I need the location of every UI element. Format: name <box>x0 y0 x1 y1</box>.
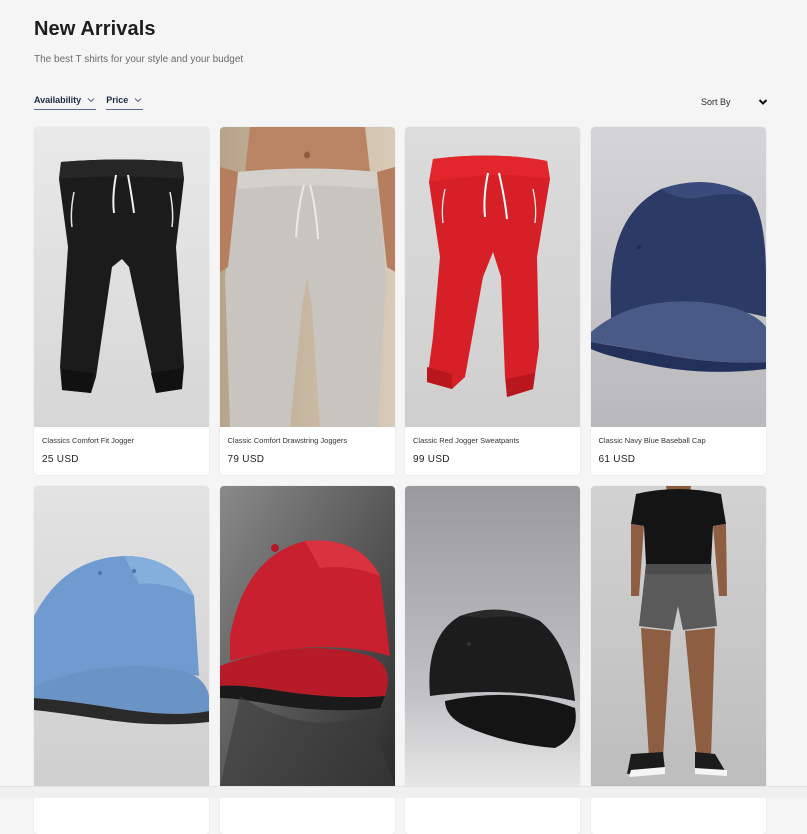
price-filter-label: Price <box>106 95 129 105</box>
product-image[interactable] <box>405 127 580 427</box>
product-grid: Classics Comfort Fit Jogger 25 USD Class… <box>34 127 766 834</box>
page-title: New Arrivals <box>34 18 156 40</box>
new-arrivals-page: New Arrivals The best T shirts for your … <box>0 0 807 834</box>
availability-filter-label: Availability <box>34 95 82 105</box>
product-price: 25 USD <box>42 454 79 465</box>
product-card[interactable]: Classic Comfort Drawstring Joggers 79 US… <box>219 127 395 475</box>
product-card[interactable] <box>219 486 395 834</box>
product-card[interactable]: Classics Comfort Fit Jogger 25 USD <box>34 127 209 475</box>
product-name[interactable]: Classic Red Jogger Sweatpants <box>413 436 580 445</box>
product-name[interactable]: Classic Navy Blue Baseball Cap <box>599 436 766 445</box>
product-card[interactable] <box>34 486 209 834</box>
product-image[interactable] <box>219 127 395 427</box>
product-image[interactable] <box>34 127 209 427</box>
product-image[interactable] <box>34 486 209 786</box>
product-card[interactable] <box>590 486 766 834</box>
product-price: 99 USD <box>413 454 450 465</box>
product-image[interactable] <box>405 486 580 786</box>
filter-bar: Availability Price <box>34 95 144 110</box>
product-image[interactable] <box>590 127 766 427</box>
product-image[interactable] <box>219 486 395 786</box>
page-subtitle: The best T shirts for your style and you… <box>34 54 244 65</box>
bottom-scroll-edge <box>0 786 807 798</box>
price-filter[interactable]: Price <box>106 95 144 110</box>
product-card[interactable] <box>405 486 580 834</box>
product-name[interactable]: Classics Comfort Fit Jogger <box>42 436 209 445</box>
chevron-down-icon <box>86 95 96 105</box>
product-card[interactable]: Classic Navy Blue Baseball Cap 61 USD <box>590 127 766 475</box>
availability-filter[interactable]: Availability <box>34 95 97 110</box>
chevron-down-icon <box>133 95 143 105</box>
product-image[interactable] <box>590 486 766 786</box>
product-card[interactable]: Classic Red Jogger Sweatpants 99 USD <box>405 127 580 475</box>
chevron-down-icon <box>757 96 769 108</box>
sort-by-label: Sort By <box>701 97 731 107</box>
product-price: 61 USD <box>598 454 636 465</box>
product-price: 79 USD <box>227 454 265 465</box>
product-name[interactable]: Classic Comfort Drawstring Joggers <box>228 436 395 445</box>
sort-by-select[interactable]: Sort By <box>701 96 769 108</box>
